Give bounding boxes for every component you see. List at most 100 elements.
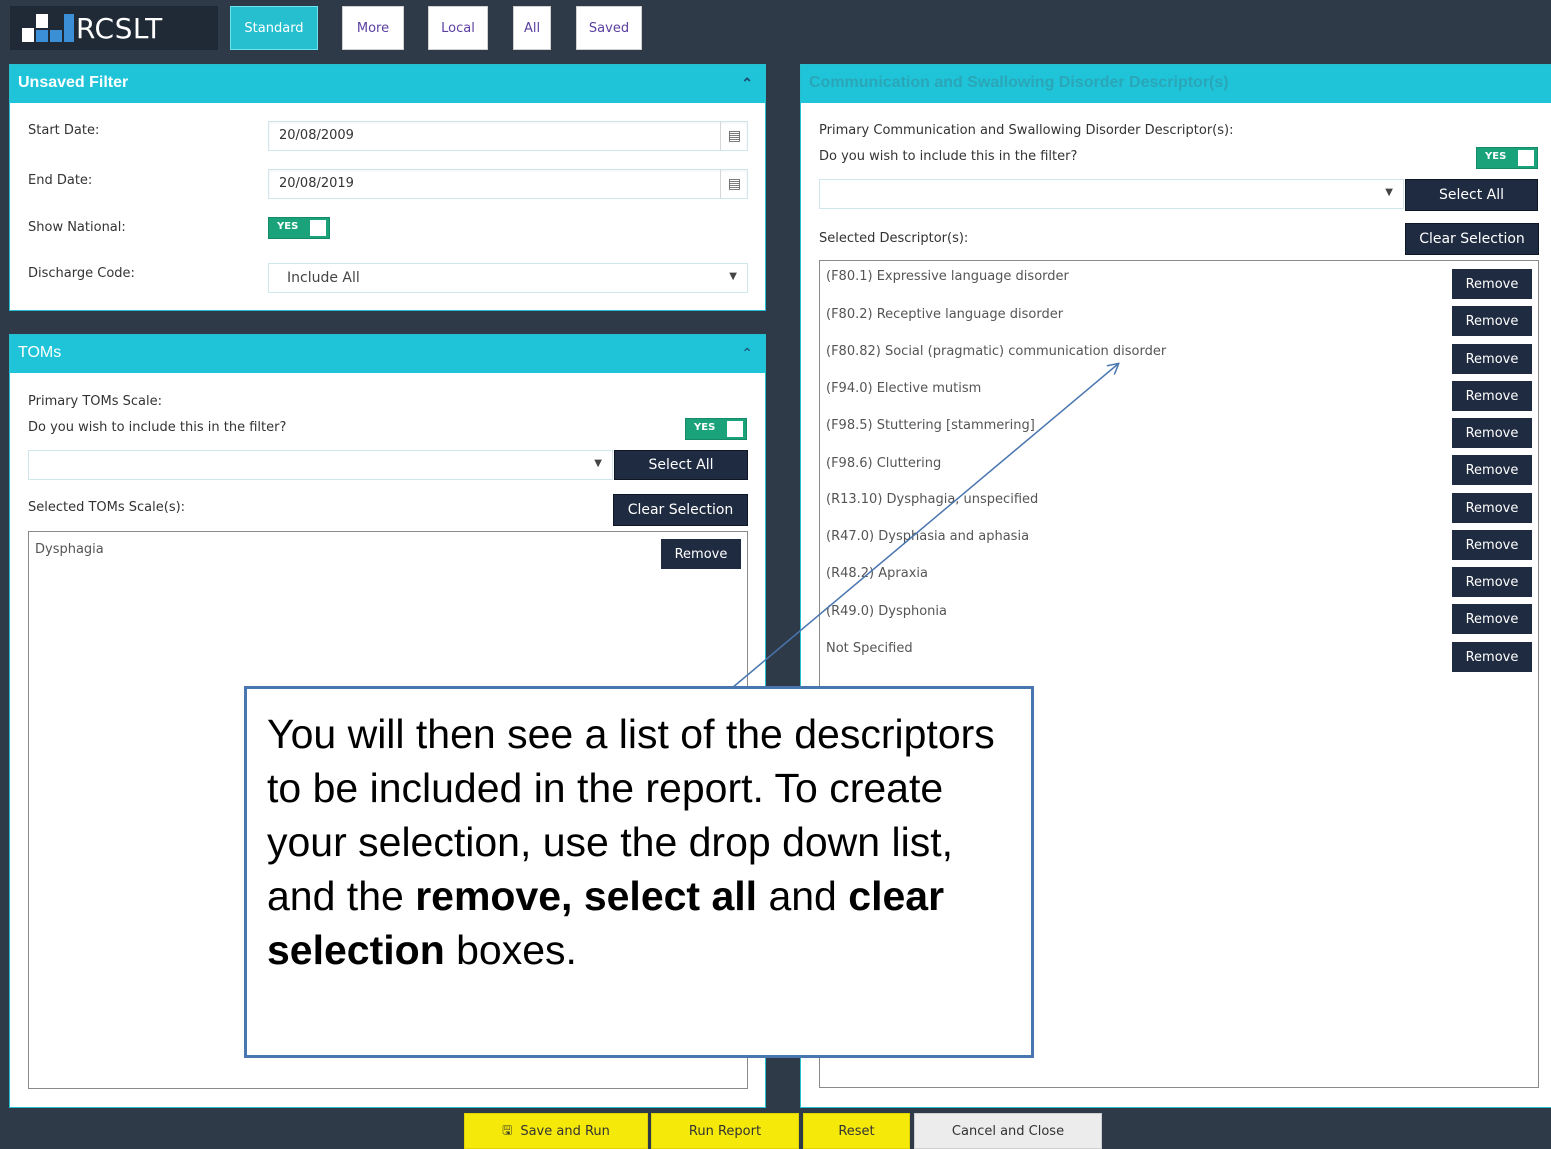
toggle-knob bbox=[310, 220, 326, 236]
clear-selection-button[interactable]: Clear Selection bbox=[613, 494, 748, 526]
selected-descriptor-label: Selected Descriptor(s): bbox=[819, 231, 969, 246]
button-label: Save and Run bbox=[520, 1123, 610, 1139]
toggle-knob bbox=[727, 421, 743, 437]
unsaved-filter-panel: Unsaved Filter ⌃ Start Date: 20/08/2009 … bbox=[9, 64, 766, 311]
include-question: Do you wish to include this in the filte… bbox=[28, 420, 287, 435]
panel-header[interactable]: Communication and Swallowing Disorder De… bbox=[801, 65, 1551, 103]
button-label: Cancel and Close bbox=[951, 1123, 1065, 1139]
button-label: Select All bbox=[648, 457, 714, 473]
remove-button[interactable]: Remove bbox=[1452, 493, 1532, 523]
button-label: Clear Selection bbox=[627, 502, 734, 518]
list-item: (F80.82) Social (pragmatic) communicatio… bbox=[826, 344, 1167, 359]
remove-button[interactable]: Remove bbox=[1452, 344, 1532, 374]
logo-text: RCSLT bbox=[76, 11, 163, 45]
toggle-label: YES bbox=[1485, 151, 1507, 162]
list-item: (R49.0) Dysphonia bbox=[826, 604, 947, 619]
discharge-code-label: Discharge Code: bbox=[28, 266, 135, 281]
toggle-label: YES bbox=[277, 221, 299, 232]
list-item: (R47.0) Dysphasia and aphasia bbox=[826, 529, 1030, 544]
button-label: Remove bbox=[1465, 351, 1519, 367]
show-national-toggle[interactable]: YES bbox=[268, 217, 330, 239]
remove-button[interactable]: Remove bbox=[1452, 642, 1532, 672]
instruction-callout: You will then see a list of the descript… bbox=[244, 686, 1034, 1058]
button-label: Remove bbox=[674, 546, 728, 562]
include-toggle[interactable]: YES bbox=[1476, 147, 1538, 169]
dropdown-arrow-icon: ▼ bbox=[729, 271, 737, 282]
callout-text: and bbox=[757, 873, 849, 919]
button-label: Remove bbox=[1465, 574, 1519, 590]
discharge-code-select[interactable]: Include All ▼ bbox=[268, 263, 748, 293]
tab-local[interactable]: Local bbox=[428, 6, 488, 50]
chevron-up-icon[interactable]: ⌃ bbox=[741, 335, 753, 371]
start-date-label: Start Date: bbox=[28, 123, 100, 138]
panel-title: Unsaved Filter bbox=[18, 74, 129, 91]
top-bar: RCSLT Standard More Local All Saved bbox=[0, 0, 1551, 58]
tab-more[interactable]: More bbox=[342, 6, 404, 50]
list-item: (F98.6) Cluttering bbox=[826, 456, 942, 471]
list-item: (F80.1) Expressive language disorder bbox=[826, 269, 1069, 284]
remove-button[interactable]: Remove bbox=[1452, 381, 1532, 411]
show-national-label: Show National: bbox=[28, 220, 126, 235]
tab-all-label: All bbox=[523, 20, 541, 36]
tab-standard[interactable]: Standard bbox=[230, 6, 318, 50]
button-label: Reset bbox=[838, 1123, 875, 1139]
include-toggle[interactable]: YES bbox=[685, 418, 747, 440]
tab-standard-label: Standard bbox=[244, 20, 304, 36]
button-label: Remove bbox=[1465, 425, 1519, 441]
remove-button[interactable]: Remove bbox=[1452, 418, 1532, 448]
list-item: (F94.0) Elective mutism bbox=[826, 381, 982, 396]
button-label: Remove bbox=[1465, 388, 1519, 404]
button-label: Remove bbox=[1465, 649, 1519, 665]
selected-toms-label: Selected TOMs Scale(s): bbox=[28, 500, 186, 515]
end-date-label: End Date: bbox=[28, 173, 93, 188]
start-date-input[interactable]: 20/08/2009 bbox=[268, 121, 748, 151]
button-label: Remove bbox=[1465, 462, 1519, 478]
select-all-button[interactable]: Select All bbox=[1405, 179, 1538, 211]
button-label: Remove bbox=[1465, 276, 1519, 292]
list-item: Not Specified bbox=[826, 641, 913, 656]
select-all-button[interactable]: Select All bbox=[614, 450, 748, 480]
remove-button[interactable]: Remove bbox=[1452, 269, 1532, 299]
remove-button[interactable]: Remove bbox=[1452, 604, 1532, 634]
tab-all[interactable]: All bbox=[513, 6, 551, 50]
list-item: (F80.2) Receptive language disorder bbox=[826, 307, 1064, 322]
panel-header[interactable]: TOMs ⌃ bbox=[10, 335, 765, 373]
include-question: Do you wish to include this in the filte… bbox=[819, 149, 1078, 164]
remove-button[interactable]: Remove bbox=[1452, 530, 1532, 560]
dropdown-arrow-icon: ▼ bbox=[594, 458, 602, 469]
panel-title: TOMs bbox=[18, 344, 62, 361]
end-date-value: 20/08/2019 bbox=[279, 176, 354, 191]
toms-scale-select[interactable]: ▼ bbox=[28, 450, 613, 480]
end-date-input[interactable]: 20/08/2019 bbox=[268, 169, 748, 199]
descriptor-select[interactable]: ▼ bbox=[819, 179, 1404, 209]
button-label: Remove bbox=[1465, 313, 1519, 329]
primary-toms-label: Primary TOMs Scale: bbox=[28, 394, 163, 409]
run-report-button[interactable]: Run Report bbox=[651, 1113, 799, 1149]
list-item: (F98.5) Stuttering [stammering] bbox=[826, 418, 1035, 433]
save-and-run-button[interactable]: 🖫 Save and Run bbox=[464, 1113, 648, 1149]
dropdown-arrow-icon: ▼ bbox=[1385, 187, 1393, 198]
tab-saved-label: Saved bbox=[588, 20, 630, 36]
list-item: (R13.10) Dysphagia, unspecified bbox=[826, 492, 1039, 507]
logo-mark-icon bbox=[10, 6, 74, 50]
remove-button[interactable]: Remove bbox=[661, 539, 741, 569]
callout-text: boxes. bbox=[444, 927, 577, 973]
reset-button[interactable]: Reset bbox=[803, 1113, 910, 1149]
toggle-label: YES bbox=[694, 422, 716, 433]
remove-button[interactable]: Remove bbox=[1452, 567, 1532, 597]
panel-header[interactable]: Unsaved Filter ⌃ bbox=[10, 65, 765, 103]
button-label: Clear Selection bbox=[1419, 231, 1525, 247]
button-label: Remove bbox=[1465, 500, 1519, 516]
tab-local-label: Local bbox=[441, 20, 475, 36]
clear-selection-button[interactable]: Clear Selection bbox=[1405, 223, 1539, 255]
cancel-and-close-button[interactable]: Cancel and Close bbox=[914, 1113, 1102, 1149]
calendar-icon[interactable]: ▤ bbox=[720, 169, 748, 199]
tab-saved[interactable]: Saved bbox=[576, 6, 642, 50]
chevron-up-icon[interactable]: ⌃ bbox=[741, 65, 753, 101]
save-icon: 🖫 bbox=[502, 1122, 513, 1137]
remove-button[interactable]: Remove bbox=[1452, 306, 1532, 336]
remove-button[interactable]: Remove bbox=[1452, 455, 1532, 485]
start-date-value: 20/08/2009 bbox=[279, 128, 354, 143]
calendar-icon[interactable]: ▤ bbox=[720, 121, 748, 151]
primary-descriptor-label: Primary Communication and Swallowing Dis… bbox=[819, 123, 1234, 138]
